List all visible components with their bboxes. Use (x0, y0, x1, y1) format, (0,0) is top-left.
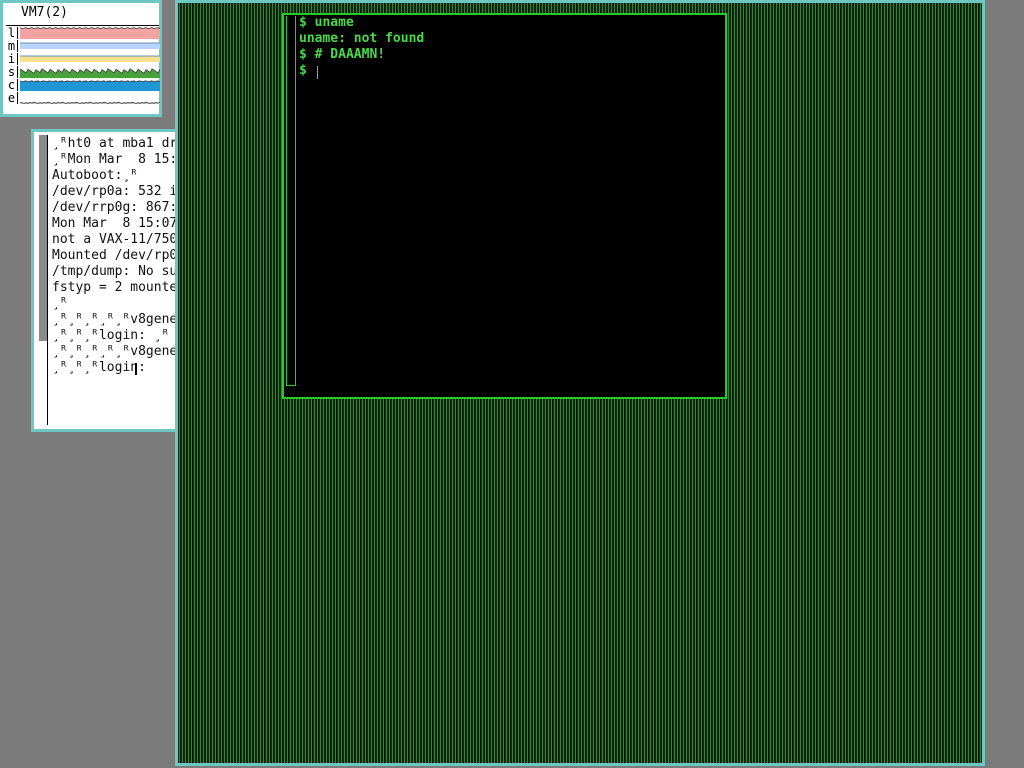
meter-letter: s (6, 66, 18, 78)
meter-graph (20, 55, 160, 62)
meter-band (20, 56, 160, 62)
meter-graph (20, 101, 160, 104)
console-line: ¸ᴿ¸ᴿ¸ᴿ¸ᴿ¸ᴿv8generi¸ᴿ (52, 344, 178, 359)
console-line: fstyp = 2 mounte (52, 280, 178, 295)
meter-graph (20, 68, 160, 78)
system-monitor-window[interactable]: VM7(2) lmisce (0, 0, 162, 117)
meter-letter: e (6, 92, 18, 104)
console-output: ¸ᴿht0 at mba1 dr ¸ᴿMon Mar 8 15:0 Autoboot… (52, 136, 178, 376)
console-line: Mon Mar 8 15:07 (52, 216, 178, 231)
meter-letter: l (6, 27, 18, 39)
terminal-scrollbar[interactable] (286, 16, 296, 386)
terminal-scroll-thumb[interactable] (287, 16, 295, 382)
meter-letter: i (6, 53, 18, 65)
meter-letter: c (6, 79, 18, 91)
terminal-text-cursor (317, 66, 318, 79)
monitor-title-divider (6, 25, 159, 26)
meter-load: l (6, 27, 160, 39)
console-line: /dev/rp0a: 532 i (52, 184, 178, 199)
console-line: ¸ᴿ¸ᴿ¸ᴿ¸ᴿ¸ᴿv8generi¸ᴿ (52, 312, 178, 327)
terminal-line: $ # DAAAMN! (299, 47, 386, 62)
meter-graph (20, 42, 160, 49)
meter-cpu: c (6, 79, 160, 91)
meter-switches: s (6, 66, 160, 78)
console-line: /dev/rrp0g: 867: (52, 200, 178, 215)
console-text-cursor (135, 363, 137, 375)
meter-memory: m (6, 40, 160, 52)
meter-graph (20, 27, 160, 39)
console-line: not a VAX-11/750 (52, 232, 178, 247)
console-line: Autoboot:¸ᴿ (52, 168, 139, 183)
meter-errors: e (6, 92, 160, 104)
console-line: ¸ᴿ (52, 296, 68, 311)
terminal-window[interactable]: $ uname uname: not found $ # DAAAMN! $ (282, 13, 727, 399)
console-line: ¸ᴿ¸ᴿ¸ᴿlogin: ¸ᴿ (52, 328, 170, 343)
console-line: Mounted /dev/rp0 (52, 248, 178, 263)
console-line: /tmp/dump: No su (52, 264, 178, 279)
console-line: ¸ᴿht0 at mba1 dr (52, 136, 178, 151)
monitor-title: VM7(2) (21, 5, 68, 20)
console-line: ¸ᴿMon Mar 8 15:0 (52, 152, 178, 167)
terminal-line: $ uname (299, 15, 354, 30)
terminal-line: uname: not found (299, 31, 425, 46)
meter-interrupts: i (6, 53, 160, 65)
meter-letter: m (6, 40, 18, 52)
console-scroll-thumb[interactable] (39, 135, 47, 341)
meter-band (20, 43, 160, 49)
meter-fill (20, 27, 160, 39)
console-scrollbar[interactable] (39, 135, 48, 425)
console-line: ¸ᴿ¸ᴿ¸ᴿlogin: (52, 360, 154, 375)
console-window[interactable]: ¸ᴿht0 at mba1 dr ¸ᴿMon Mar 8 15:0 Autoboot… (31, 129, 178, 432)
meter-fill (20, 80, 160, 91)
meter-graph (20, 80, 160, 91)
